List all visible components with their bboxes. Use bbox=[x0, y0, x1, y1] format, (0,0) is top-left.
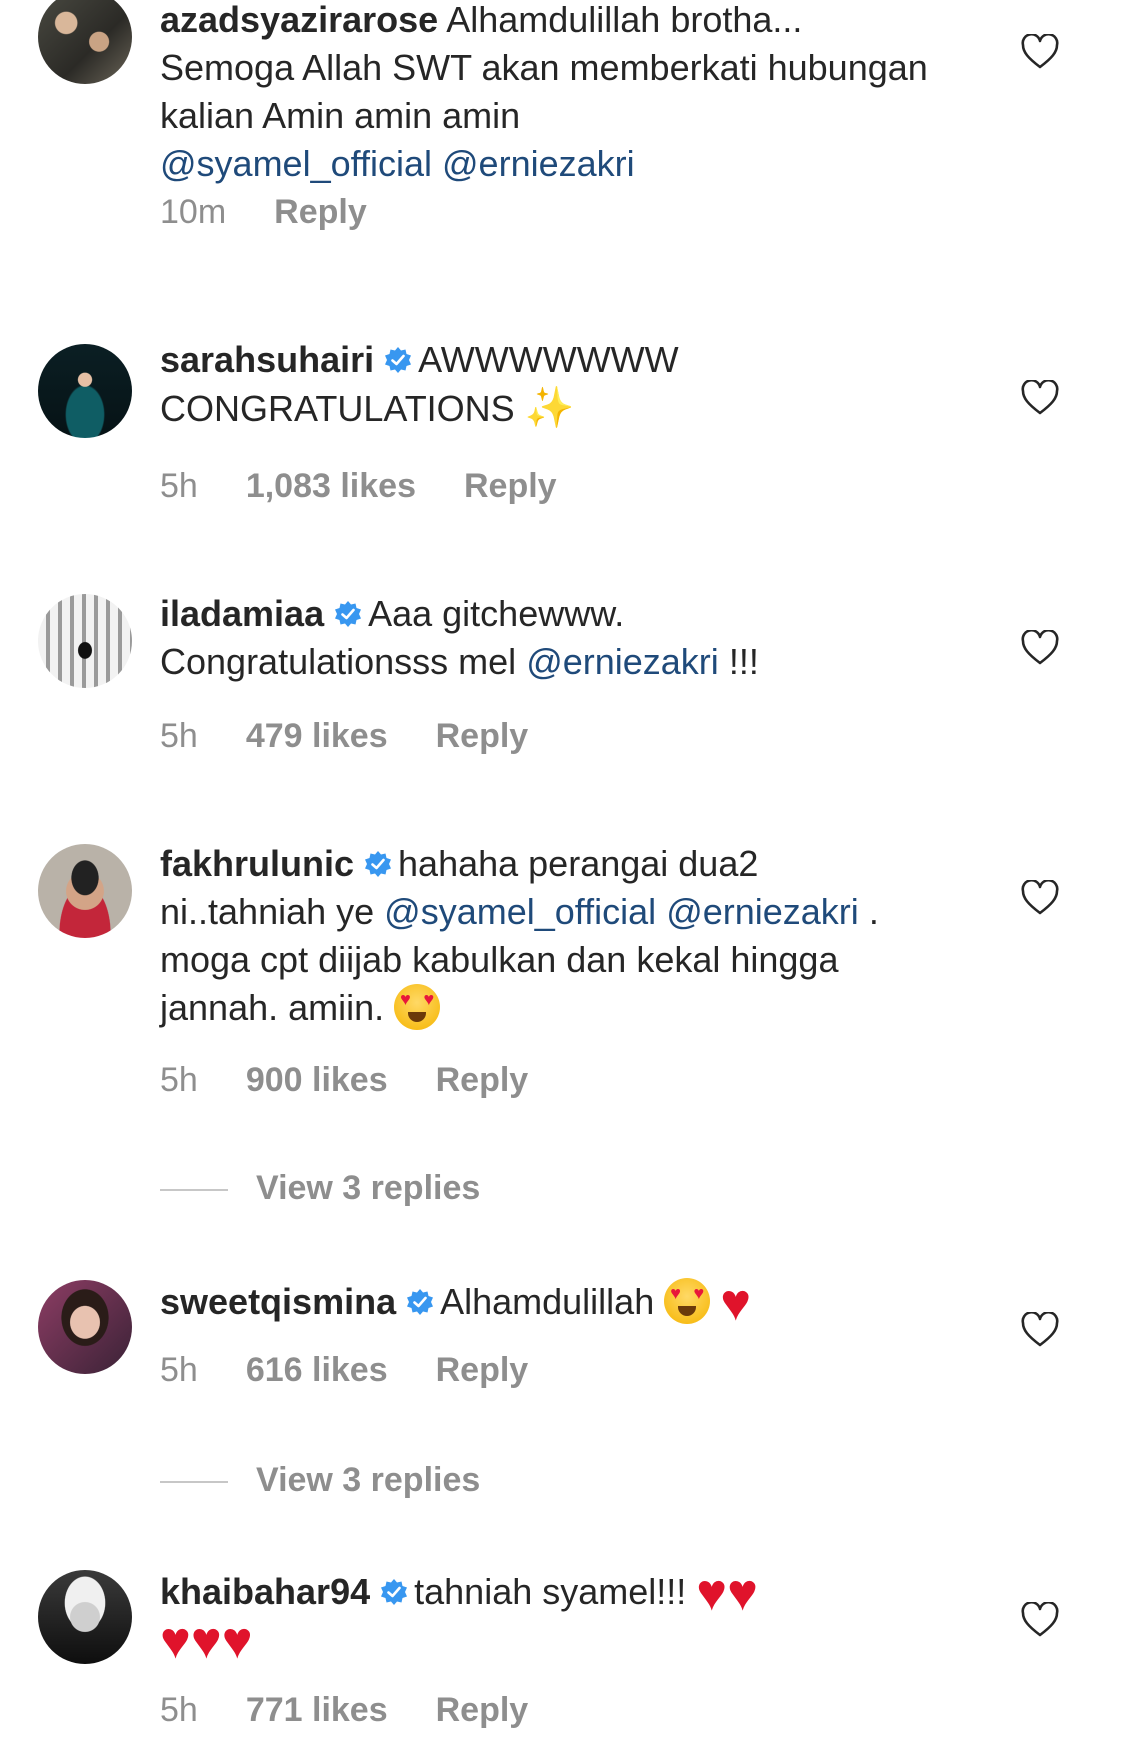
heart-outline-icon[interactable] bbox=[1020, 1312, 1060, 1348]
mention-link[interactable]: @syamel_official bbox=[160, 143, 432, 184]
reply-button[interactable]: Reply bbox=[436, 1061, 529, 1099]
verified-badge-icon bbox=[381, 1579, 408, 1605]
comment-text: Aaa gitchewww. bbox=[368, 593, 625, 634]
comment-text: !!! bbox=[728, 641, 759, 682]
view-replies-label: View 3 replies bbox=[256, 1169, 481, 1207]
comment-text: Semoga Allah SWT akan memberkati hubunga… bbox=[160, 47, 928, 136]
divider bbox=[160, 1189, 228, 1192]
red-heart-emoji: ♥ bbox=[720, 1274, 752, 1332]
comment-body: khaibahar94 tahniah syamel!!! ♥♥ ♥♥♥ bbox=[160, 1567, 940, 1667]
verified-badge-icon bbox=[407, 1289, 434, 1315]
heart-outline-icon[interactable] bbox=[1020, 34, 1060, 70]
comment-body: sarahsuhairi AWWWWWWW CONGRATULATIONS ✨ bbox=[160, 336, 940, 433]
reply-button[interactable]: Reply bbox=[436, 1351, 529, 1389]
comment-body: fakhrulunic hahaha perangai dua2 ni..tahn… bbox=[160, 840, 920, 1032]
heart-eyes-emoji bbox=[664, 1278, 711, 1324]
red-heart-emoji: ♥ bbox=[221, 1612, 253, 1670]
red-heart-emoji: ♥ bbox=[696, 1564, 728, 1622]
mention-link[interactable]: @erniezakri bbox=[526, 641, 719, 682]
likes-count[interactable]: 771 likes bbox=[246, 1691, 388, 1729]
red-heart-emoji: ♥ bbox=[190, 1612, 222, 1670]
heart-eyes-emoji bbox=[394, 984, 441, 1030]
comment-meta: 5h 1,083 likes Reply bbox=[160, 466, 605, 506]
view-replies-button[interactable]: View 3 replies bbox=[160, 1168, 480, 1208]
username[interactable]: iladamiaa bbox=[160, 593, 324, 634]
timestamp: 5h bbox=[160, 1061, 198, 1099]
timestamp: 5h bbox=[160, 1691, 198, 1729]
timestamp: 5h bbox=[160, 717, 198, 755]
avatar[interactable] bbox=[38, 594, 132, 688]
timestamp: 5h bbox=[160, 467, 198, 505]
verified-badge-icon bbox=[365, 851, 392, 877]
comment-text: tahniah syamel!!! bbox=[414, 1571, 687, 1612]
comment-body: sweetqismina Alhamdulillah ♥ bbox=[160, 1277, 940, 1329]
username[interactable]: khaibahar94 bbox=[160, 1571, 370, 1612]
red-heart-emoji: ♥ bbox=[727, 1564, 759, 1622]
avatar[interactable] bbox=[38, 1570, 132, 1664]
likes-count[interactable]: 900 likes bbox=[246, 1061, 388, 1099]
comment-body: iladamiaa Aaa gitchewww. Congratulationss… bbox=[160, 590, 940, 686]
avatar[interactable] bbox=[38, 0, 132, 84]
heart-outline-icon[interactable] bbox=[1020, 1602, 1060, 1638]
verified-badge-icon bbox=[385, 347, 412, 373]
likes-count[interactable]: 1,083 likes bbox=[246, 467, 416, 505]
username[interactable]: sweetqismina bbox=[160, 1281, 396, 1322]
username[interactable]: sarahsuhairi bbox=[160, 339, 374, 380]
comment-body: azadsyazirarose Alhamdulillah brotha... … bbox=[160, 0, 940, 188]
avatar[interactable] bbox=[38, 344, 132, 438]
verified-badge-icon bbox=[335, 601, 362, 627]
comment-meta: 5h 900 likes Reply bbox=[160, 1060, 576, 1100]
reply-button[interactable]: Reply bbox=[436, 717, 529, 755]
comment-text: Congratulationsss mel bbox=[160, 641, 517, 682]
timestamp: 10m bbox=[160, 193, 227, 231]
reply-button[interactable]: Reply bbox=[464, 467, 557, 505]
mention-link[interactable]: @erniezakri bbox=[666, 891, 859, 932]
likes-count[interactable]: 616 likes bbox=[246, 1351, 388, 1389]
comment-text: Alhamdulillah bbox=[440, 1281, 655, 1322]
red-heart-emoji: ♥ bbox=[160, 1612, 191, 1670]
username[interactable]: fakhrulunic bbox=[160, 843, 354, 884]
comment-meta: 5h 771 likes Reply bbox=[160, 1690, 576, 1730]
comment-meta: 5h 616 likes Reply bbox=[160, 1350, 576, 1390]
reply-button[interactable]: Reply bbox=[436, 1691, 529, 1729]
timestamp: 5h bbox=[160, 1351, 198, 1389]
reply-button[interactable]: Reply bbox=[274, 193, 367, 231]
comment-meta: 10m Reply bbox=[160, 192, 415, 232]
username[interactable]: azadsyazirarose bbox=[160, 0, 438, 40]
mention-link[interactable]: @erniezakri bbox=[442, 143, 635, 184]
comment-text: Alhamdulillah brotha... bbox=[438, 0, 803, 40]
heart-outline-icon[interactable] bbox=[1020, 630, 1060, 666]
heart-outline-icon[interactable] bbox=[1020, 880, 1060, 916]
sparkles-emoji: ✨ bbox=[524, 386, 575, 430]
view-replies-button[interactable]: View 3 replies bbox=[160, 1460, 480, 1500]
heart-outline-icon[interactable] bbox=[1020, 380, 1060, 416]
view-replies-label: View 3 replies bbox=[256, 1461, 481, 1499]
divider bbox=[160, 1481, 228, 1484]
avatar[interactable] bbox=[38, 844, 132, 938]
comment-meta: 5h 479 likes Reply bbox=[160, 716, 576, 756]
likes-count[interactable]: 479 likes bbox=[246, 717, 388, 755]
mention-link[interactable]: @syamel_official bbox=[384, 891, 656, 932]
avatar[interactable] bbox=[38, 1280, 132, 1374]
